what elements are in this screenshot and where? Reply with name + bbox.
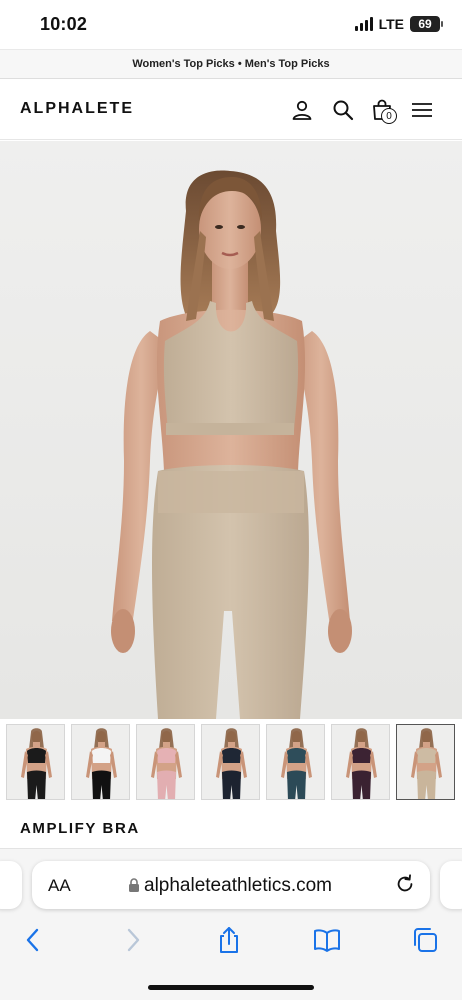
model-photo [0, 141, 462, 719]
thumbnail-model [332, 725, 389, 799]
share-icon[interactable] [214, 925, 244, 955]
product-hero-image[interactable] [0, 141, 462, 719]
lock-icon [129, 878, 139, 892]
next-tab-preview[interactable] [440, 861, 462, 909]
url-text: alphaleteathletics.com [144, 875, 332, 896]
thumbnail-model [267, 725, 324, 799]
gallery-thumbnail[interactable] [6, 724, 65, 800]
cart-count-badge: 0 [381, 108, 397, 124]
account-icon[interactable] [290, 98, 314, 122]
signal-icon [354, 17, 373, 31]
gallery-thumbnail[interactable] [331, 724, 390, 800]
network-label: LTE [378, 16, 404, 32]
forward-icon[interactable] [118, 925, 148, 955]
search-icon[interactable] [331, 98, 355, 122]
thumbnail-model [397, 725, 454, 799]
promo-bar[interactable]: Women's Top Picks • Men's Top Picks [0, 49, 462, 79]
thumbnail-model [72, 725, 129, 799]
gallery-thumbnail[interactable] [71, 724, 130, 800]
gallery-thumbnail[interactable] [136, 724, 195, 800]
site-header: ALPHALETE 0 [0, 80, 462, 140]
thumbnail-model [137, 725, 194, 799]
bookmarks-icon[interactable] [312, 925, 342, 955]
gallery-thumbnail[interactable] [266, 724, 325, 800]
thumbnail-model [202, 725, 259, 799]
status-indicators: LTE 69 [354, 16, 443, 32]
battery-icon: 69 [410, 16, 443, 32]
brand-logo[interactable]: ALPHALETE [20, 100, 134, 118]
aa-label: AA [48, 876, 71, 895]
status-bar: 10:02 LTE 69 [0, 0, 462, 48]
browser-bottom-bar: AA alphaleteathletics.com [0, 848, 462, 1000]
cart-button[interactable]: 0 [370, 98, 400, 126]
status-time: 10:02 [40, 14, 88, 34]
tabs-icon[interactable] [410, 925, 440, 955]
reader-options-button[interactable]: AA [48, 876, 71, 896]
back-icon[interactable] [18, 925, 48, 955]
thumbnail-model [7, 725, 64, 799]
home-indicator [148, 985, 314, 990]
menu-icon[interactable] [410, 98, 434, 122]
address-bar[interactable]: AA alphaleteathletics.com [32, 861, 430, 909]
gallery-thumbnail[interactable] [201, 724, 260, 800]
reload-icon[interactable] [394, 873, 416, 895]
previous-tab-preview[interactable] [0, 861, 22, 909]
gallery-thumbnail[interactable] [396, 724, 455, 800]
product-title: AMPLIFY BRA [20, 820, 140, 837]
thumbnail-strip [6, 724, 462, 802]
